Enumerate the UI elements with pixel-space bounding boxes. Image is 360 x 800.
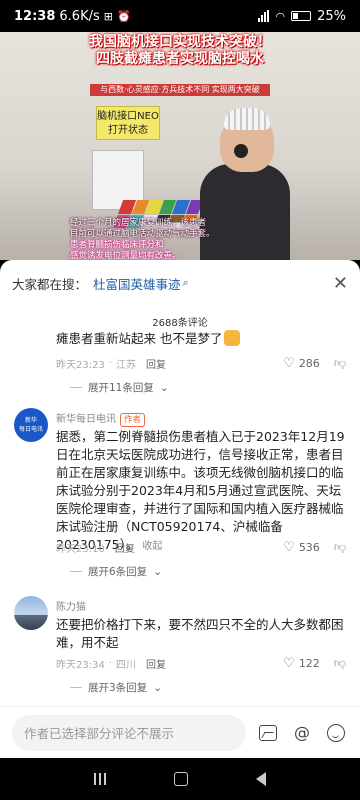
battery-percent: 25% <box>317 8 346 24</box>
comment-username[interactable]: 陈力猫 <box>56 602 86 613</box>
comment-username[interactable]: 新华每日电讯 <box>56 414 116 425</box>
clock: 12:38 <box>14 8 56 24</box>
like-count: 536 <box>298 541 320 554</box>
like-button[interactable]: ♡ 122 <box>283 656 320 671</box>
emoji-button[interactable] <box>324 721 348 745</box>
trending-prefix: 大家都在搜： <box>12 276 88 292</box>
chevron-down-icon: ⌄ <box>159 381 169 394</box>
dislike-icon[interactable]: 👎︎ <box>334 656 346 671</box>
image-button[interactable] <box>256 721 280 745</box>
alarm-icon: ⏰ <box>116 9 131 23</box>
expand-replies-button[interactable]: 展开11条回复 ⌄ <box>70 380 169 395</box>
trending-keyword-link[interactable]: 杜富国英雄事迹 <box>93 274 181 293</box>
comment-input-placeholder: 作者已选择部分评论不展示 <box>24 726 175 741</box>
heart-icon: ♡ <box>283 540 295 555</box>
comment-text: 还要把价格打下来，要不然四只不全的人大多数都困难，用不起 <box>56 616 346 652</box>
like-button[interactable]: ♡ 286 <box>283 356 320 371</box>
neo-label-line: 打开状态 <box>108 125 148 136</box>
home-icon[interactable] <box>174 772 188 786</box>
neo-label-line: 脑机接口NEO <box>97 111 159 122</box>
caption-line: 目前可以通过脑电活动驱动气动手套。 <box>70 229 215 239</box>
battery-icon <box>291 11 312 21</box>
video-headline: 我国脑机接口实现技术突破！ 四肢截瘫患者实现脑控喝水 <box>0 32 360 68</box>
comment-time: 昨天23:10 <box>56 544 105 555</box>
avatar[interactable] <box>14 596 48 630</box>
back-icon[interactable] <box>256 772 266 786</box>
recent-apps-icon[interactable] <box>94 773 106 785</box>
chevron-down-icon: ⌄ <box>153 565 162 578</box>
comment-username-row: 新华每日电讯 作者 <box>56 410 146 427</box>
comment-meta: 昨天23:10 回复 ♡ 536 👎︎ <box>56 540 346 555</box>
search-icon[interactable]: ⌕ <box>183 276 189 290</box>
wifi-icon: ◠ <box>275 9 286 23</box>
video-subtitle-strip: 与西数·心灵感应·方兵技术不同 实现两大突破 <box>90 84 270 96</box>
caption-line: 患者脊髓损伤临床评分和 <box>70 240 164 250</box>
avatar[interactable]: 新华 每日电讯 <box>14 408 48 442</box>
comment-location: 江苏 <box>116 360 137 371</box>
caption-line: 经过三个月的居家康复训练，该患者 <box>70 218 207 228</box>
comment-username-row: 陈力猫 <box>56 598 86 613</box>
comment-text: 据悉，第二例脊髓损伤患者植入已于2023年12月19日在北京天坛医院成功进行，信… <box>56 428 346 556</box>
comment-body: 还要把价格打下来，要不然四只不全的人大多数都困难，用不起 <box>56 617 344 650</box>
dislike-icon[interactable]: 👎︎ <box>334 540 346 555</box>
smile-icon <box>327 723 345 742</box>
thumbs-up-emoji-icon <box>224 330 241 346</box>
image-icon <box>259 724 277 741</box>
dislike-icon[interactable]: 👎︎ <box>334 356 346 371</box>
comment-body: 据悉，第二例脊髓损伤患者植入已于2023年12月19日在北京天坛医院成功进行，信… <box>56 429 345 552</box>
comment-input-bar: 作者已选择部分评论不展示 @ <box>0 706 360 758</box>
author-badge: 作者 <box>120 413 146 427</box>
video-player[interactable]: 我国脑机接口实现技术突破！ 四肢截瘫患者实现脑控喝水 与西数·心灵感应·方兵技术… <box>0 32 360 260</box>
comment-text: 瘫患者重新站起来 也不是梦了 <box>56 330 346 348</box>
heart-icon: ♡ <box>283 656 295 671</box>
like-count: 122 <box>298 657 320 670</box>
comment-meta: 昨天23:23 · 江苏 回复 ♡ 286 👎︎ <box>56 356 346 371</box>
comment-body: 瘫患者重新站起来 也不是梦了 <box>56 331 223 346</box>
comment-location: 四川 <box>116 660 137 671</box>
video-caption: 经过三个月的居家康复训练，该患者 目前可以通过脑电活动驱动气动手套。 患者脊髓损… <box>70 218 290 260</box>
close-icon[interactable]: ✕ <box>333 273 348 294</box>
at-icon: @ <box>294 723 310 742</box>
expand-replies-button[interactable]: 展开6条回复 ⌄ <box>70 564 162 579</box>
comment-sheet: 大家都在搜： 杜富国英雄事迹 ⌕ ✕ 2688条评论 瘫患者重新站起来 也不是梦… <box>0 260 360 768</box>
signal-icon <box>258 10 270 22</box>
reply-button[interactable]: 回复 <box>115 540 135 555</box>
neo-label-sign: 脑机接口NEO 打开状态 <box>96 106 160 140</box>
like-button[interactable]: ♡ 536 <box>283 540 320 555</box>
status-bar: 12:38 6.6K/s ⊞ ⏰ ◠ 25% <box>0 0 360 32</box>
expand-replies-label: 展开6条回复 <box>88 566 148 578</box>
caption-line: 感觉诱发电位测量均有改善。 <box>70 251 181 260</box>
expand-replies-label: 展开3条回复 <box>88 682 148 694</box>
comment-meta: 昨天23:34 · 四川 回复 ♡ 122 👎︎ <box>56 656 346 671</box>
mention-button[interactable]: @ <box>290 721 314 745</box>
heart-icon: ♡ <box>283 356 295 371</box>
comment-time: 昨天23:23 <box>56 360 105 371</box>
vpn-icon: ⊞ <box>103 9 113 23</box>
like-count: 286 <box>298 357 320 370</box>
system-nav-bar <box>0 758 360 800</box>
headline-line: 四肢截瘫患者实现脑控喝水 <box>96 51 264 67</box>
reply-button[interactable]: 回复 <box>146 356 166 371</box>
comment-input[interactable]: 作者已选择部分评论不展示 <box>12 714 246 751</box>
trending-search-row: 大家都在搜： 杜富国英雄事迹 ⌕ ✕ <box>0 260 360 306</box>
comment-time: 昨天23:34 <box>56 660 105 671</box>
expand-replies-label: 展开11条回复 <box>88 382 154 394</box>
headline-line: 我国脑机接口实现技术突破！ <box>89 34 271 50</box>
comment-count: 2688条评论 <box>152 318 208 329</box>
network-speed: 6.6K/s <box>59 8 100 24</box>
chevron-down-icon: ⌄ <box>153 681 162 694</box>
expand-replies-button[interactable]: 展开3条回复 ⌄ <box>70 680 162 695</box>
reply-button[interactable]: 回复 <box>146 656 166 671</box>
